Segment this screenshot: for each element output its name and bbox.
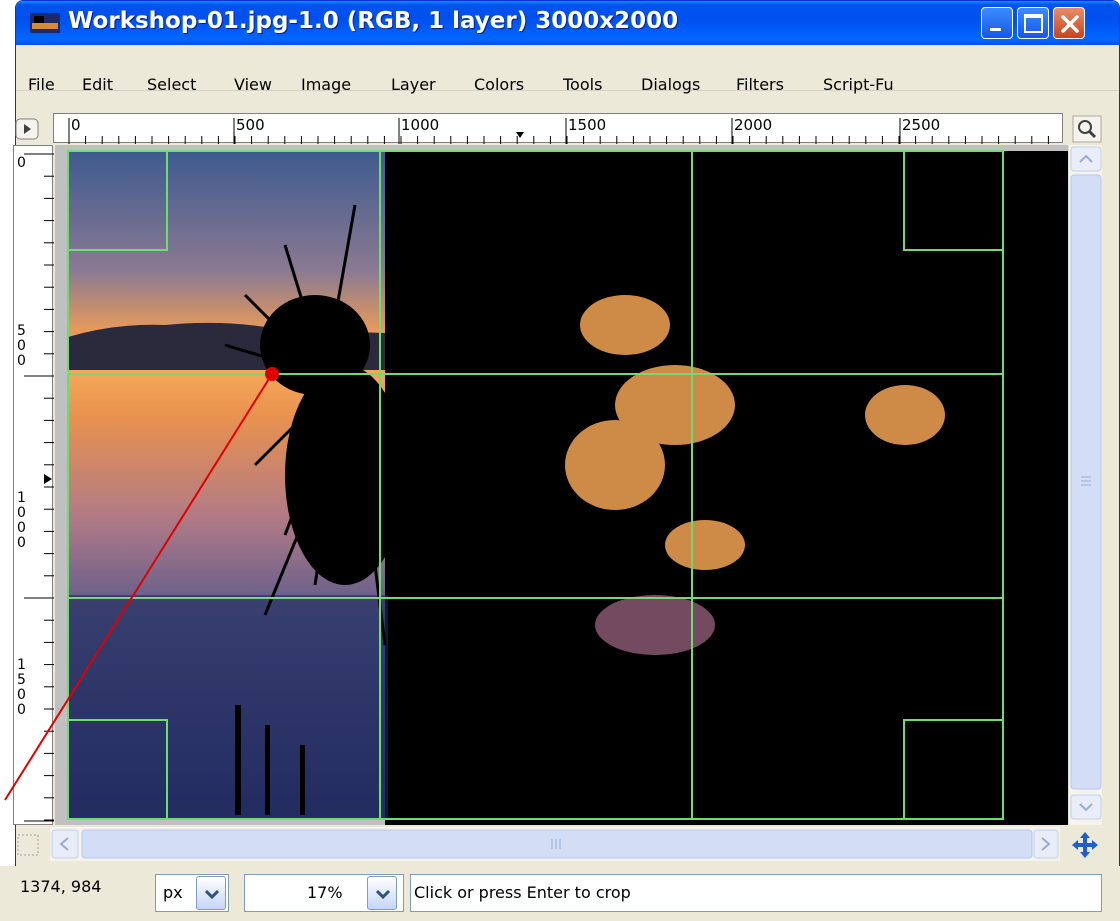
menu-tools[interactable]: Tools	[563, 75, 602, 94]
menu-layer[interactable]: Layer	[391, 75, 436, 94]
horizontal-ruler[interactable]: 0 500 1000 1500 2000 2500	[53, 113, 1063, 144]
maximize-icon	[1024, 14, 1043, 33]
window-title: Workshop-01.jpg-1.0 (RGB, 1 layer) 3000x…	[68, 8, 679, 34]
close-icon	[1061, 15, 1079, 33]
hruler-label-1500: 1500	[568, 116, 607, 134]
hruler-label-2000: 2000	[734, 116, 773, 134]
vertical-scrollbar[interactable]	[1068, 145, 1102, 825]
chevron-down-icon	[204, 889, 220, 900]
minimize-button[interactable]	[981, 7, 1013, 39]
chevron-down-icon	[375, 889, 391, 900]
horizontal-scrollbar[interactable]	[50, 827, 1060, 861]
hruler-label-0: 0	[71, 116, 81, 134]
close-button[interactable]	[1053, 7, 1085, 39]
menu-image[interactable]: Image	[301, 75, 351, 94]
menu-script-fu[interactable]: Script-Fu	[823, 75, 894, 94]
navigate-icon[interactable]	[1070, 830, 1100, 860]
hruler-label-1000: 1000	[401, 116, 440, 134]
vruler-label-1500: 1500	[17, 657, 26, 718]
menu-arrow-icon[interactable]	[15, 118, 39, 140]
vertical-ruler[interactable]: 0 500 1000 1500	[13, 145, 54, 825]
menu-colors[interactable]: Colors	[474, 75, 524, 94]
title-bar[interactable]: Workshop-01.jpg-1.0 (RGB, 1 layer) 3000x…	[16, 1, 1119, 45]
vruler-label-1000: 1000	[17, 490, 26, 551]
hruler-label-500: 500	[236, 116, 265, 134]
vruler-label-500: 500	[17, 323, 26, 369]
maximize-button[interactable]	[1017, 7, 1049, 39]
menu-filters[interactable]: Filters	[736, 75, 784, 94]
unit-value: px	[163, 883, 183, 902]
status-message: Click or press Enter to crop	[414, 883, 631, 902]
pointer-coordinates: 1374, 984	[20, 877, 102, 896]
menu-dialogs[interactable]: Dialogs	[641, 75, 700, 94]
vruler-label-0: 0	[17, 155, 26, 171]
menu-file[interactable]: File	[28, 75, 55, 94]
image-canvas[interactable]	[55, 145, 1070, 825]
unit-dropdown-button[interactable]	[196, 876, 226, 910]
menu-bar: File Edit Select View Image Layer Colors…	[16, 45, 1119, 94]
hruler-label-2500: 2500	[902, 116, 941, 134]
zoom-image-icon[interactable]	[1072, 115, 1102, 143]
photo-image[interactable]	[55, 145, 1070, 825]
menu-edit[interactable]: Edit	[82, 75, 113, 94]
zoom-dropdown-button[interactable]	[367, 876, 397, 910]
zoom-value: 17%	[307, 883, 343, 902]
horizontal-scrollbar-graphic	[51, 829, 1059, 859]
quick-mask-icon[interactable]	[15, 832, 41, 858]
vertical-scrollbar-graphic	[1070, 146, 1102, 820]
image-thumbnail-icon	[30, 13, 60, 33]
menu-select[interactable]: Select	[147, 75, 196, 94]
minimize-icon	[990, 28, 1001, 31]
menu-view[interactable]: View	[234, 75, 272, 94]
